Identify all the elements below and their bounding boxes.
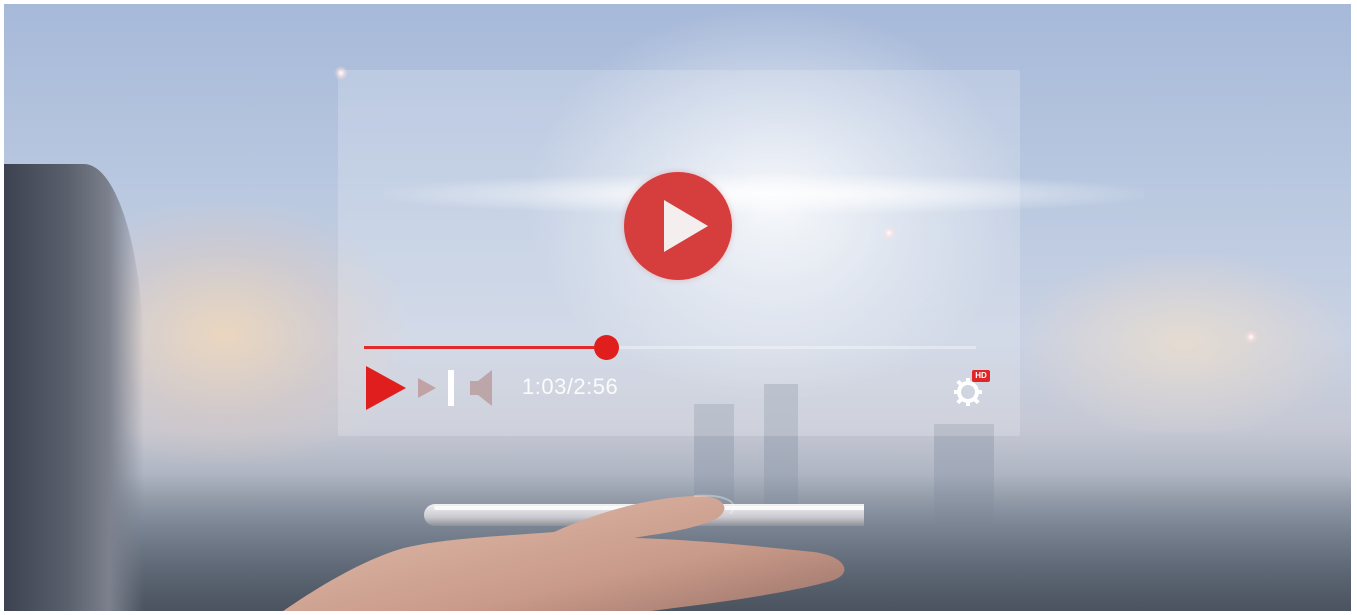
progress-bar[interactable] bbox=[364, 335, 976, 360]
progress-scrubber-handle[interactable] bbox=[594, 335, 619, 360]
settings-button[interactable]: HD bbox=[954, 370, 994, 406]
person-silhouette bbox=[4, 164, 144, 611]
warm-cloud-right bbox=[1024, 254, 1344, 434]
volume-button[interactable] bbox=[466, 366, 498, 410]
play-circle-icon bbox=[664, 200, 708, 252]
hd-badge: HD bbox=[972, 370, 990, 382]
image-frame: 1:03/2:56 HD bbox=[0, 0, 1357, 615]
hand-holding-phone bbox=[283, 494, 864, 611]
next-icon bbox=[418, 370, 454, 406]
progress-fill bbox=[364, 346, 606, 349]
time-display: 1:03/2:56 bbox=[522, 374, 619, 399]
big-play-button[interactable] bbox=[624, 172, 732, 280]
play-button[interactable] bbox=[364, 366, 408, 410]
lens-sparkle bbox=[1244, 330, 1258, 344]
photo-scene: 1:03/2:56 HD bbox=[4, 4, 1351, 611]
video-player-overlay: 1:03/2:56 HD bbox=[338, 70, 1020, 436]
player-controls: 1:03/2:56 HD bbox=[364, 366, 1004, 412]
play-icon bbox=[366, 366, 406, 410]
volume-icon bbox=[470, 370, 492, 406]
next-button[interactable] bbox=[416, 366, 456, 410]
